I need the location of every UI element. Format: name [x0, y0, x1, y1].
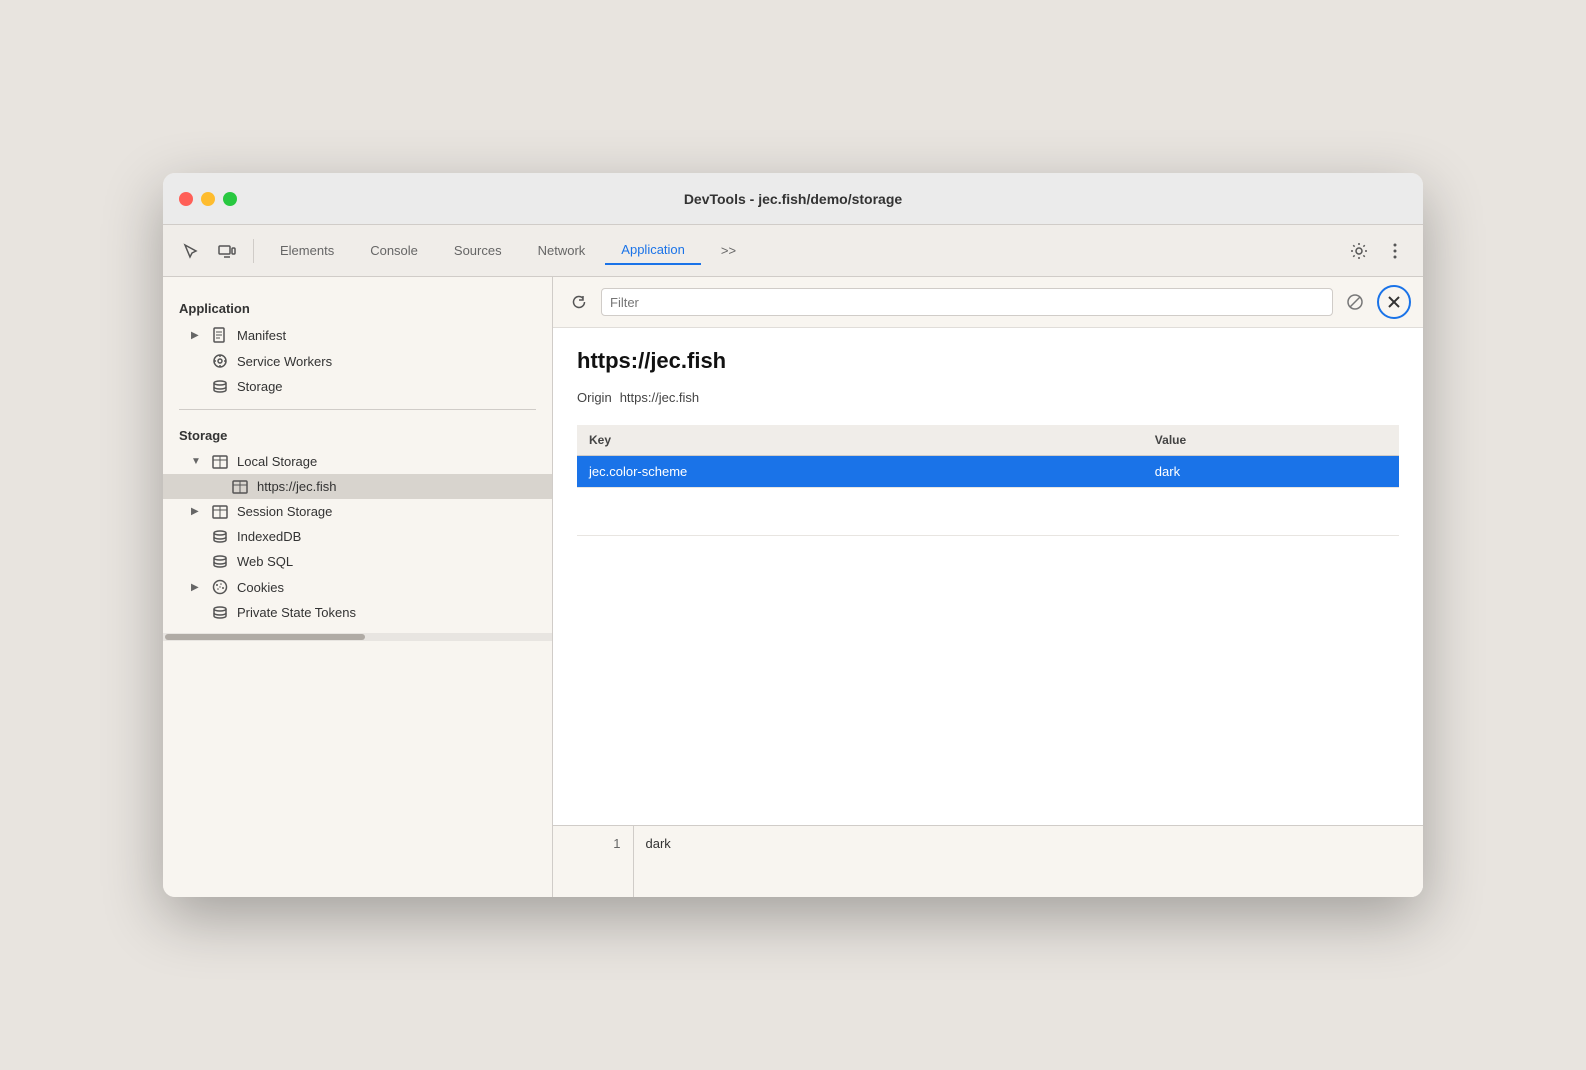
session-storage-icon — [211, 505, 229, 519]
sidebar-scrollbar-thumb[interactable] — [165, 634, 365, 640]
devtools-window: DevTools - jec.fish/demo/storage Element… — [163, 173, 1423, 897]
sidebar-scrollbar-track — [163, 633, 552, 641]
main-content: Application ▶ Manifest ▶ — [163, 277, 1423, 897]
local-storage-label: Local Storage — [237, 454, 317, 469]
cookies-label: Cookies — [237, 580, 284, 595]
traffic-lights — [179, 192, 237, 206]
bottom-panel: 1 dark — [553, 825, 1423, 897]
indexed-db-label: IndexedDB — [237, 529, 301, 544]
cookies-icon — [211, 579, 229, 595]
sidebar-item-indexed-db[interactable]: ▶ IndexedDB — [163, 524, 552, 549]
application-section-header: Application — [163, 293, 552, 322]
cursor-tool-icon[interactable] — [175, 235, 207, 267]
sidebar-item-private-state-tokens[interactable]: ▶ Private State Tokens — [163, 600, 552, 625]
tab-console[interactable]: Console — [354, 237, 434, 264]
refresh-button[interactable] — [565, 288, 593, 316]
service-workers-icon — [211, 353, 229, 369]
sidebar-item-local-storage[interactable]: ▼ Local Storage — [163, 449, 552, 474]
sidebar: Application ▶ Manifest ▶ — [163, 277, 553, 897]
origin-label: Origin — [577, 390, 612, 405]
private-state-tokens-icon — [211, 606, 229, 620]
tab-more[interactable]: >> — [705, 237, 752, 264]
bottom-table-row: 1 dark — [553, 826, 1423, 861]
tab-sources[interactable]: Sources — [438, 237, 518, 264]
panel-content: https://jec.fish Origin https://jec.fish… — [553, 328, 1423, 825]
filter-input[interactable] — [601, 288, 1333, 316]
settings-icon[interactable] — [1343, 235, 1375, 267]
storage-section-header: Storage — [163, 420, 552, 449]
sidebar-item-service-workers[interactable]: ▶ Service Workers — [163, 348, 552, 374]
close-button[interactable] — [179, 192, 193, 206]
bottom-table: 1 dark — [553, 826, 1423, 897]
toolbar-right — [1343, 235, 1411, 267]
private-state-tokens-label: Private State Tokens — [237, 605, 356, 620]
main-panel: https://jec.fish Origin https://jec.fish… — [553, 277, 1423, 897]
section-divider — [179, 409, 536, 410]
bottom-spacer-2 — [633, 861, 1423, 897]
sidebar-item-local-storage-url[interactable]: https://jec.fish — [163, 474, 552, 499]
web-sql-icon — [211, 555, 229, 569]
table-row-empty-1[interactable] — [577, 488, 1399, 536]
sidebar-item-session-storage[interactable]: ▶ Session Storage — [163, 499, 552, 524]
clear-button[interactable] — [1377, 285, 1411, 319]
manifest-chevron: ▶ — [191, 330, 203, 341]
storage-icon — [211, 380, 229, 394]
local-storage-url-icon — [231, 480, 249, 494]
more-options-icon[interactable] — [1379, 235, 1411, 267]
local-storage-icon — [211, 455, 229, 469]
origin-row: Origin https://jec.fish — [577, 390, 1399, 405]
tab-application[interactable]: Application — [605, 236, 701, 265]
cookies-chevron: ▶ — [191, 582, 203, 593]
bottom-value: dark — [633, 826, 1423, 861]
table-cell-value: dark — [1143, 456, 1399, 488]
bottom-index: 1 — [553, 826, 633, 861]
sidebar-item-storage[interactable]: ▶ Storage — [163, 374, 552, 399]
table-cell-key: jec.color-scheme — [577, 456, 1143, 488]
tab-elements[interactable]: Elements — [264, 237, 350, 264]
origin-value: https://jec.fish — [620, 390, 699, 405]
toolbar-divider — [253, 239, 254, 263]
maximize-button[interactable] — [223, 192, 237, 206]
col-header-key: Key — [577, 425, 1143, 456]
indexed-db-icon — [211, 530, 229, 544]
table-cell-empty — [577, 488, 1143, 536]
bottom-spacer — [553, 861, 633, 897]
local-storage-chevron: ▼ — [191, 456, 203, 467]
table-row[interactable]: jec.color-scheme dark — [577, 456, 1399, 488]
origin-title: https://jec.fish — [577, 348, 1399, 374]
table-cell-empty-2 — [1143, 488, 1399, 536]
tab-network[interactable]: Network — [522, 237, 602, 264]
session-storage-label: Session Storage — [237, 504, 332, 519]
local-storage-url-label: https://jec.fish — [257, 479, 336, 494]
sidebar-item-manifest[interactable]: ▶ Manifest — [163, 322, 552, 348]
session-storage-chevron: ▶ — [191, 506, 203, 517]
col-header-value: Value — [1143, 425, 1399, 456]
manifest-icon — [211, 327, 229, 343]
sidebar-item-cookies[interactable]: ▶ Cookies — [163, 574, 552, 600]
title-bar: DevTools - jec.fish/demo/storage — [163, 173, 1423, 225]
window-title: DevTools - jec.fish/demo/storage — [684, 191, 902, 207]
storage-table: Key Value jec.color-scheme dark — [577, 425, 1399, 536]
block-icon[interactable] — [1341, 288, 1369, 316]
storage-label: Storage — [237, 379, 283, 394]
bottom-table-spacer — [553, 861, 1423, 897]
sidebar-item-web-sql[interactable]: ▶ Web SQL — [163, 549, 552, 574]
panel-toolbar — [553, 277, 1423, 328]
minimize-button[interactable] — [201, 192, 215, 206]
web-sql-label: Web SQL — [237, 554, 293, 569]
manifest-label: Manifest — [237, 328, 286, 343]
service-workers-label: Service Workers — [237, 354, 332, 369]
toolbar: Elements Console Sources Network Applica… — [163, 225, 1423, 277]
device-toolbar-icon[interactable] — [211, 235, 243, 267]
